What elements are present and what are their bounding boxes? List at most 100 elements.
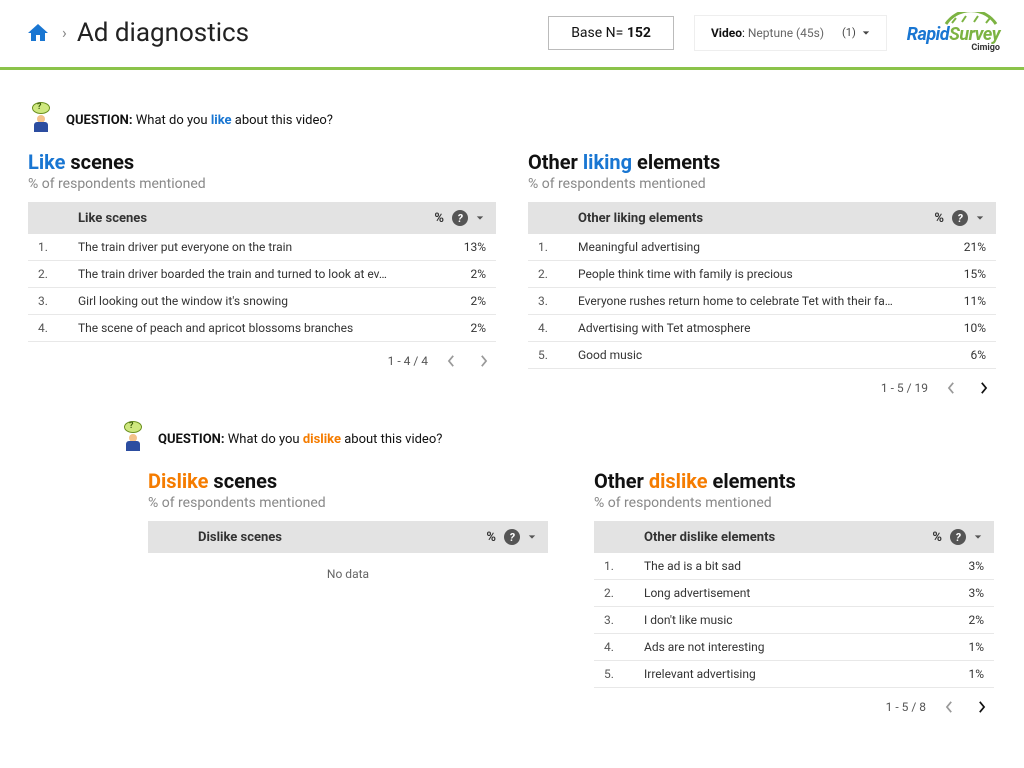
row-text: The train driver boarded the train and t… — [78, 267, 440, 281]
page-title: Ad diagnostics — [77, 18, 249, 48]
page-range: 1 - 5 / 19 — [881, 381, 928, 395]
menu-icon[interactable] — [528, 530, 538, 545]
row-index: 3. — [38, 294, 78, 308]
question-icon: ? — [28, 106, 56, 134]
table-row: 2.People think time with family is preci… — [528, 261, 996, 288]
dislike-word: dislike — [303, 432, 341, 447]
row-index: 1. — [38, 240, 78, 254]
table-body: 1.Meaningful advertising21%2.People thin… — [528, 234, 996, 369]
question-dislike: ? QUESTION: What do you dislike about th… — [120, 425, 996, 453]
home-icon[interactable] — [24, 21, 52, 45]
row-text: People think time with family is preciou… — [578, 267, 940, 281]
panel-like-elements: Other liking elements % of respondents m… — [528, 150, 996, 407]
menu-icon[interactable] — [976, 211, 986, 226]
row-text: Long advertisement — [644, 586, 938, 600]
row-text: Girl looking out the window it's snowing — [78, 294, 440, 308]
row-text: The scene of peach and apricot blossoms … — [78, 321, 440, 335]
pager: 1 - 4 / 4 — [28, 342, 496, 380]
table-row: 5.Irrelevant advertising1% — [594, 661, 994, 688]
row-index: 2. — [38, 267, 78, 281]
help-icon[interactable]: ? — [952, 210, 968, 226]
table-row: 3.Everyone rushes return home to celebra… — [528, 288, 996, 315]
next-page-button[interactable] — [974, 379, 992, 397]
row-pct: 15% — [940, 267, 986, 281]
row-index: 4. — [604, 640, 644, 654]
base-n-box: Base N= 152 — [548, 16, 674, 50]
table-header: Like scenes%? — [28, 202, 496, 234]
table-row: 2.Long advertisement3% — [594, 580, 994, 607]
table-row: 4.Advertising with Tet atmosphere10% — [528, 315, 996, 342]
table-header: Dislike scenes%? — [148, 521, 548, 553]
row-pct: 13% — [440, 240, 486, 254]
row-pct: 1% — [938, 667, 984, 681]
row-text: The ad is a bit sad — [644, 559, 938, 573]
table-row: 1.Meaningful advertising21% — [528, 234, 996, 261]
panel-dislike-elements: Other dislike elements % of respondents … — [594, 469, 994, 726]
video-label: Video — [711, 26, 742, 40]
row-index: 3. — [604, 613, 644, 627]
top-bar: › Ad diagnostics Base N= 152 Video: Nept… — [0, 0, 1024, 70]
table-row: 2.The train driver boarded the train and… — [28, 261, 496, 288]
logo-survey: Survey — [949, 24, 1000, 45]
row-pct: 2% — [440, 321, 486, 335]
table-row: 1.The ad is a bit sad3% — [594, 553, 994, 580]
row-pct: 21% — [940, 240, 986, 254]
row-text: I don't like music — [644, 613, 938, 627]
row-pct: 3% — [938, 559, 984, 573]
next-page-button[interactable] — [474, 352, 492, 370]
row-pct: 2% — [440, 294, 486, 308]
q-label: QUESTION: — [158, 432, 225, 447]
prev-page-button[interactable] — [942, 379, 960, 397]
next-page-button[interactable] — [972, 698, 990, 716]
base-n-value: 152 — [627, 25, 651, 41]
logo: RapidSurvey Cimigo — [907, 12, 1000, 53]
page-range: 1 - 4 / 4 — [388, 354, 428, 368]
pager: 1 - 5 / 8 — [594, 688, 994, 726]
chevron-down-icon — [862, 29, 870, 37]
like-word: like — [211, 113, 232, 128]
row-index: 3. — [538, 294, 578, 308]
row-index: 1. — [604, 559, 644, 573]
row-pct: 1% — [938, 640, 984, 654]
q-label: QUESTION: — [66, 113, 133, 128]
table-header: Other liking elements%? — [528, 202, 996, 234]
panel-like-scenes: Like scenes % of respondents mentioned L… — [28, 150, 496, 407]
base-label: Base N= — [571, 25, 623, 41]
table-row: 4.The scene of peach and apricot blossom… — [28, 315, 496, 342]
row-text: Good music — [578, 348, 940, 362]
row-text: The train driver put everyone on the tra… — [78, 240, 440, 254]
prev-page-button[interactable] — [442, 352, 460, 370]
page-range: 1 - 5 / 8 — [886, 700, 926, 714]
row-text: Ads are not interesting — [644, 640, 938, 654]
video-name: Neptune (45s) — [748, 26, 824, 40]
row-index: 5. — [604, 667, 644, 681]
menu-icon[interactable] — [476, 211, 486, 226]
help-icon[interactable]: ? — [452, 210, 468, 226]
row-index: 2. — [604, 586, 644, 600]
row-index: 1. — [538, 240, 578, 254]
table-body: 1.The train driver put everyone on the t… — [28, 234, 496, 342]
table-row: 5.Good music6% — [528, 342, 996, 369]
row-text: Everyone rushes return home to celebrate… — [578, 294, 940, 308]
help-icon[interactable]: ? — [950, 529, 966, 545]
table-body: 1.The ad is a bit sad3%2.Long advertisem… — [594, 553, 994, 688]
video-selector[interactable]: Video: Neptune (45s) (1) — [694, 15, 887, 51]
row-pct: 11% — [940, 294, 986, 308]
table-row: 4.Ads are not interesting1% — [594, 634, 994, 661]
menu-icon[interactable] — [974, 530, 984, 545]
help-icon[interactable]: ? — [504, 529, 520, 545]
table-row: 1.The train driver put everyone on the t… — [28, 234, 496, 261]
no-data: No data — [148, 553, 548, 595]
row-pct: 10% — [940, 321, 986, 335]
prev-page-button[interactable] — [940, 698, 958, 716]
pager: 1 - 5 / 19 — [528, 369, 996, 407]
video-count: (1) — [842, 26, 856, 39]
table-row: 3.I don't like music2% — [594, 607, 994, 634]
table-header: Other dislike elements%? — [594, 521, 994, 553]
row-pct: 2% — [440, 267, 486, 281]
row-pct: 3% — [938, 586, 984, 600]
row-pct: 2% — [938, 613, 984, 627]
question-like: ? QUESTION: What do you like about this … — [28, 106, 996, 134]
row-text: Meaningful advertising — [578, 240, 940, 254]
question-icon: ? — [120, 425, 148, 453]
